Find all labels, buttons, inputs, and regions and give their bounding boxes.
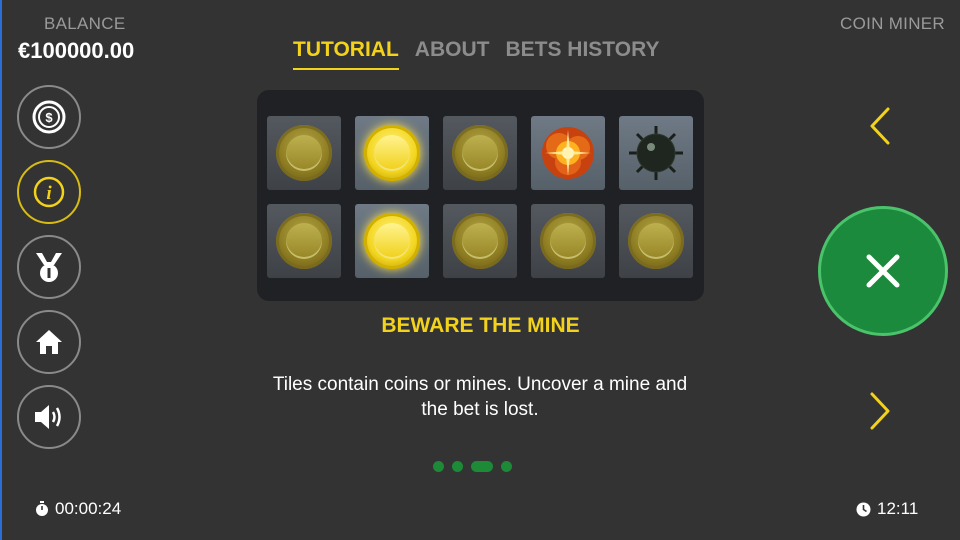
tile bbox=[355, 116, 429, 190]
info-button[interactable]: i bbox=[17, 160, 81, 224]
tutorial-description: Tiles contain coins or mines. Uncover a … bbox=[272, 374, 688, 420]
balance-value: €100000.00 bbox=[18, 38, 135, 63]
tile bbox=[267, 204, 341, 278]
coin-icon bbox=[276, 125, 332, 181]
page-dot-active[interactable] bbox=[471, 461, 493, 472]
info-icon: i bbox=[33, 176, 65, 208]
home-icon bbox=[36, 330, 62, 354]
tab-bar: TUTORIAL ABOUT BETS HISTORY bbox=[293, 38, 659, 70]
clock-icon bbox=[856, 502, 871, 516]
tile bbox=[531, 116, 605, 190]
medal-icon bbox=[36, 253, 62, 282]
tile bbox=[619, 116, 693, 190]
dollar-coin-icon: $ bbox=[32, 100, 66, 134]
session-timer: 00:00:24 bbox=[35, 499, 121, 519]
tutorial-title: BEWARE THE MINE bbox=[381, 314, 580, 337]
tile bbox=[443, 204, 517, 278]
tile bbox=[619, 204, 693, 278]
tile bbox=[267, 116, 341, 190]
clock-text: 12:11 bbox=[877, 499, 919, 518]
session-time-text: 00:00:24 bbox=[55, 499, 122, 518]
page-dot[interactable] bbox=[452, 461, 463, 472]
chevron-left-icon[interactable] bbox=[868, 106, 892, 146]
coin-icon bbox=[364, 125, 420, 181]
balance-button[interactable]: $ bbox=[17, 85, 81, 149]
mine-icon bbox=[629, 126, 683, 180]
sound-button[interactable] bbox=[17, 385, 81, 449]
coin-icon bbox=[452, 213, 508, 269]
game-title: COIN MINER bbox=[840, 14, 945, 33]
tile bbox=[355, 204, 429, 278]
window-edge bbox=[0, 0, 2, 540]
coin-icon bbox=[628, 213, 684, 269]
clock: 12:11 bbox=[856, 499, 918, 519]
svg-text:i: i bbox=[46, 183, 52, 204]
close-icon bbox=[866, 254, 900, 288]
coin-icon bbox=[540, 213, 596, 269]
coin-icon bbox=[364, 213, 420, 269]
tab-about[interactable]: ABOUT bbox=[415, 38, 490, 70]
page-dot[interactable] bbox=[501, 461, 512, 472]
tutorial-board bbox=[257, 90, 704, 301]
stopwatch-icon bbox=[36, 501, 48, 516]
coin-icon bbox=[276, 213, 332, 269]
tile bbox=[531, 204, 605, 278]
leaderboard-button[interactable] bbox=[17, 235, 81, 299]
chevron-right-icon[interactable] bbox=[868, 391, 892, 431]
speaker-icon bbox=[35, 405, 61, 429]
page-dot[interactable] bbox=[433, 461, 444, 472]
close-button[interactable] bbox=[818, 206, 948, 336]
tile bbox=[443, 116, 517, 190]
svg-text:$: $ bbox=[45, 110, 53, 125]
tab-bets-history[interactable]: BETS HISTORY bbox=[505, 38, 659, 70]
balance-label: BALANCE bbox=[44, 14, 126, 33]
coin-icon bbox=[452, 125, 508, 181]
home-button[interactable] bbox=[17, 310, 81, 374]
page-indicator bbox=[433, 461, 512, 472]
explosion-icon bbox=[542, 127, 594, 179]
tab-tutorial[interactable]: TUTORIAL bbox=[293, 38, 399, 70]
